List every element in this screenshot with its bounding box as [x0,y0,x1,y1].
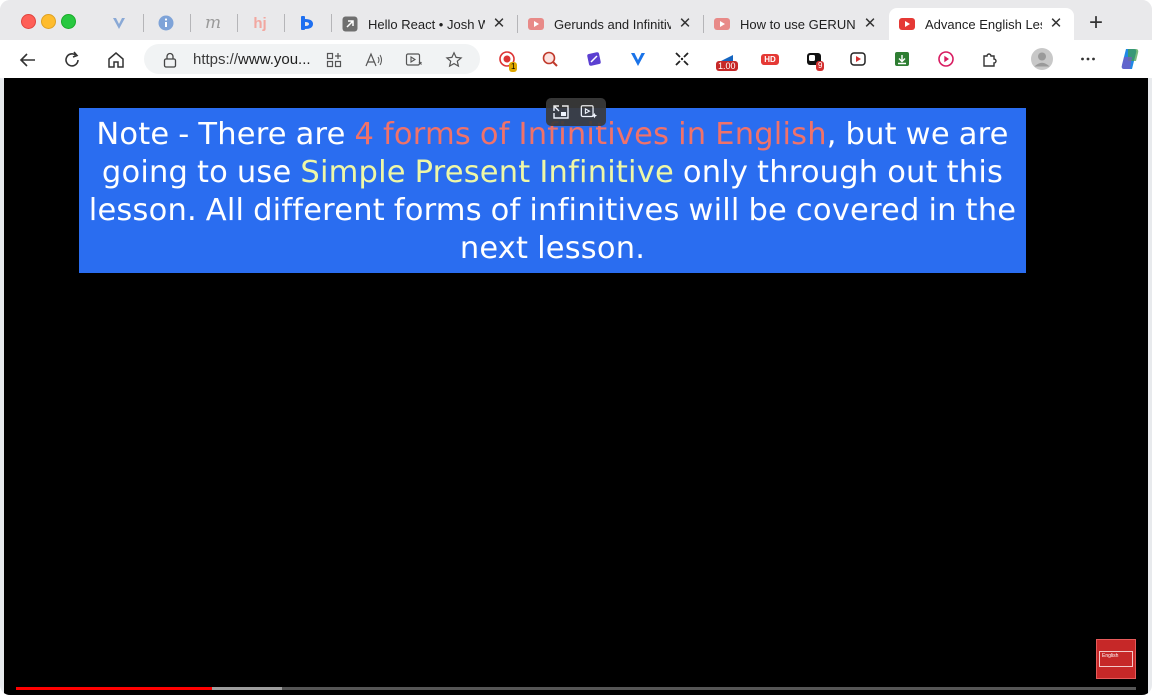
banner-highlight-yellow: Simple Present Infinitive [300,155,674,190]
v-extension-icon [113,18,125,29]
play-circle-extension-icon[interactable] [936,49,956,69]
tab-title: Gerunds and Infinitive [554,16,671,32]
pinned-tab-m[interactable]: m [195,10,231,36]
tab-strip: m hj Hello React • Josh W ✕ Gerunds and … [0,0,1152,42]
search-extension-icon[interactable] [540,49,560,69]
tab-advance-english-lesson[interactable]: Advance English Lesso ✕ [889,8,1074,40]
record-extension-icon[interactable]: 1 [497,49,518,72]
tab-title: How to use GERUND [740,16,856,32]
extension-badge: 1 [509,62,518,72]
tab-hello-react[interactable]: Hello React • Josh W ✕ [332,8,517,40]
app-available-icon[interactable] [325,51,343,69]
minimize-window-button[interactable] [41,14,56,29]
watermark-text: English [1102,653,1119,659]
video-enhance-button[interactable] [580,103,598,121]
extension-badge: 9 [816,61,825,71]
tab-how-to-use-gerund[interactable]: How to use GERUND ✕ [704,8,888,40]
lock-icon[interactable] [161,51,179,69]
watermark-logo: English [1099,651,1133,667]
hj-logo-icon: hj [253,14,267,32]
v-extension-icon[interactable] [628,49,648,69]
favorite-star-icon[interactable] [445,51,463,69]
tab-title: Advance English Lesso [925,16,1042,32]
pip-icon [553,105,569,119]
pinned-tab-v[interactable] [101,10,137,36]
note-banner-text: Note - There are 4 forms of Infinitives … [79,116,1026,268]
note-banner: Note - There are 4 forms of Infinitives … [79,108,1026,273]
hd-extension-icon[interactable]: HD [760,49,780,69]
url-host: www.you... [238,51,311,68]
tab-divider [190,14,191,32]
tab-gerunds-infinitives[interactable]: Gerunds and Infinitive ✕ [518,8,703,40]
tab-divider [237,14,238,32]
note-edit-extension-icon[interactable] [584,49,604,69]
arrow-up-right-icon [342,16,358,32]
video-player[interactable]: Note - There are 4 forms of Infinitives … [4,78,1148,695]
close-tab-icon[interactable]: ✕ [1048,16,1064,32]
hd-label: HD [761,53,779,65]
pinned-tab-hj[interactable]: hj [242,10,278,36]
download-extension-icon[interactable] [892,49,912,69]
profile-avatar[interactable] [1031,48,1053,70]
video-overlay-controls [546,98,606,126]
close-tab-icon[interactable]: ✕ [491,16,507,32]
video-enhance-icon[interactable] [405,51,423,69]
refresh-button[interactable] [60,48,84,72]
close-window-button[interactable] [21,14,36,29]
youtube-icon [714,16,730,32]
tab-divider [284,14,285,32]
picture-in-picture-button[interactable] [552,103,570,121]
progress-played [16,687,212,690]
home-button[interactable] [104,48,128,72]
video-progress-bar[interactable] [16,687,1136,690]
home-icon [108,52,124,68]
new-tab-button[interactable]: + [1084,11,1108,36]
copilot-icon[interactable] [1118,47,1142,71]
refresh-icon [65,51,79,67]
tab-title: Hello React • Josh W [368,16,485,32]
d-logo-icon [301,16,313,30]
expand-arrows-extension-icon[interactable] [672,49,692,69]
close-tab-icon[interactable]: ✕ [862,16,878,32]
more-menu-icon[interactable] [1078,49,1098,69]
browser-window: m hj Hello React • Josh W ✕ Gerunds and … [0,0,1152,695]
address-bar[interactable]: https://www.you... [144,44,480,74]
m-logo-icon: m [204,13,222,33]
arrow-left-icon [19,53,35,67]
back-button[interactable] [16,48,40,72]
read-aloud-icon[interactable] [365,51,383,69]
pinned-tab-d[interactable] [289,10,325,36]
info-icon [158,15,174,31]
video-sparkle-icon [580,105,598,119]
youtube-icon [899,16,915,32]
zoom-window-button[interactable] [61,14,76,29]
url-scheme: https:// [193,51,239,68]
speed-badge: 1.00 [716,61,738,71]
youtube-icon [528,16,544,32]
url-text[interactable]: https://www.you... [193,51,311,68]
channel-watermark[interactable]: English [1096,639,1136,679]
video-clip-extension-icon[interactable] [848,49,868,69]
toggle-extension-icon[interactable]: 9 [804,49,825,71]
progress-buffered [212,687,282,690]
banner-text-part: Note - There are [96,117,355,152]
puzzle-extensions-icon[interactable] [980,49,1000,69]
browser-toolbar: https://www.you... 1 1.00 HD 9 [0,40,1152,78]
pinned-tab-info[interactable] [148,10,184,36]
close-tab-icon[interactable]: ✕ [677,16,693,32]
speed-extension-icon[interactable]: 1.00 [716,49,738,71]
tab-divider [143,14,144,32]
